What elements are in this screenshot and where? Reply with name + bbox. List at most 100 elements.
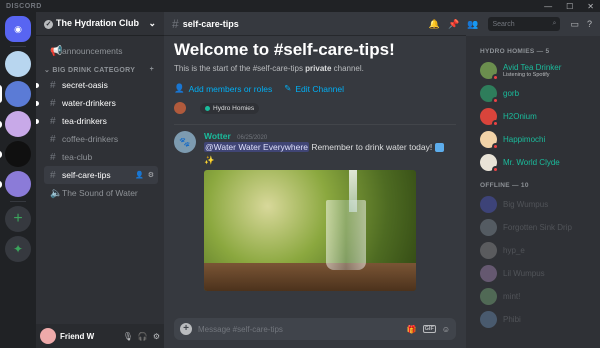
member-group-header: HYDRO HOMIES — 5 xyxy=(480,48,550,55)
member-happimochi[interactable]: Happimochi xyxy=(474,128,594,151)
avatar xyxy=(480,288,497,305)
channel-label: The Sound of Water xyxy=(62,188,138,198)
member-phibi[interactable]: Phibi xyxy=(474,308,594,331)
message-composer[interactable]: + Message #self-care-tips 🎁 GIF ☺ xyxy=(174,318,456,340)
deafen-icon[interactable]: 🎧 xyxy=(138,332,148,341)
avatar xyxy=(480,265,497,282)
avatar xyxy=(480,108,499,127)
gif-button[interactable]: GIF xyxy=(422,325,436,333)
gear-icon[interactable]: ⚙ xyxy=(148,171,154,179)
channel-sidebar: ✓ The Hydration Club ⌄ 📢 announcements ⌄ … xyxy=(36,12,164,348)
divider xyxy=(174,124,456,125)
channel-label: tea-club xyxy=(62,152,93,162)
channel-the-sound-of-water[interactable]: 🔈 The Sound of Water xyxy=(44,184,158,202)
avatar xyxy=(480,154,499,173)
help-icon[interactable]: ? xyxy=(587,19,592,29)
channel-announcements[interactable]: 📢 announcements xyxy=(44,42,158,60)
upload-plus-icon[interactable]: + xyxy=(180,323,192,335)
search-icon: ⌕ xyxy=(552,20,557,27)
gift-icon[interactable]: 🎁 xyxy=(407,325,417,334)
member-avid-tea-drinker[interactable]: Avid Tea Drinker Listening to Spotify xyxy=(474,59,594,82)
channel-label: water-drinkers xyxy=(62,98,116,108)
hash-icon: # xyxy=(50,151,56,163)
avatar xyxy=(480,85,499,104)
member-group-header: OFFLINE — 10 xyxy=(480,182,529,189)
server-icon[interactable] xyxy=(0,111,31,137)
channel-tea-drinkers[interactable]: # tea-drinkers xyxy=(36,112,158,130)
invite-icon[interactable]: 👤 xyxy=(135,171,144,179)
discord-app: DISCORD — ☐ ✕ ◉ + ✦ ✓ The Hydration Club … xyxy=(0,0,600,348)
avatar xyxy=(480,242,497,259)
pin-icon[interactable]: 📌 xyxy=(448,19,459,30)
channel-list: 📢 announcements ⌄ BIG DRINK CATEGORY + #… xyxy=(36,36,164,202)
search-input[interactable]: Search ⌕ xyxy=(488,17,561,31)
home-button[interactable]: ◉ xyxy=(5,16,31,42)
channel-secret-oasis[interactable]: # secret-oasis xyxy=(36,76,158,94)
server-icon[interactable] xyxy=(5,51,31,77)
speaker-icon: 🔈 xyxy=(50,187,63,199)
member-mint[interactable]: mint! xyxy=(474,285,594,308)
sparkles-emoji-icon: ✨ xyxy=(204,155,215,165)
user-mention[interactable]: @Water Water Everywhere xyxy=(204,142,309,152)
hash-icon: # xyxy=(50,79,56,91)
bell-icon[interactable]: 🔔 xyxy=(429,19,440,30)
minimize-icon[interactable]: — xyxy=(544,2,552,11)
maximize-icon[interactable]: ☐ xyxy=(566,2,573,11)
avatar xyxy=(480,311,497,328)
avatar[interactable] xyxy=(40,328,56,344)
member-h2onium[interactable]: H2Onium xyxy=(474,105,594,128)
mute-icon[interactable]: 🎙 xyxy=(123,332,133,341)
close-icon[interactable]: ✕ xyxy=(587,2,594,11)
member-forgotten-sink-drip[interactable]: Forgotten Sink Drip xyxy=(474,216,594,239)
avatar xyxy=(480,219,497,236)
chevron-down-icon[interactable]: ⌄ xyxy=(148,18,156,29)
channel-self-care-tips[interactable]: # self-care-tips 👤 ⚙ xyxy=(44,166,158,184)
channel-label: self-care-tips xyxy=(62,170,111,180)
member-gorb[interactable]: gorb xyxy=(474,82,594,105)
server-icon[interactable] xyxy=(0,171,31,197)
inbox-icon[interactable]: ▭ xyxy=(570,19,579,30)
channel-category[interactable]: ⌄ BIG DRINK CATEGORY + xyxy=(44,66,158,74)
server-header[interactable]: ✓ The Hydration Club ⌄ xyxy=(36,12,164,36)
gear-icon[interactable]: ⚙ xyxy=(153,332,160,341)
explore-servers-button[interactable]: ✦ xyxy=(5,236,31,262)
message-input[interactable]: Message #self-care-tips xyxy=(198,325,401,334)
member-list: HYDRO HOMIES — 5 Avid Tea Drinker Listen… xyxy=(466,36,600,348)
edit-channel-button[interactable]: ✎ Edit Channel xyxy=(284,83,344,94)
server-separator xyxy=(10,201,26,202)
header-toolbar: 🔔 📌 👥 Search ⌕ ▭ ? xyxy=(400,12,600,36)
plus-icon: + xyxy=(13,210,23,227)
member-mr-world-clyde[interactable]: Mr. World Clyde xyxy=(474,151,594,174)
channel-welcome: Welcome to #self-care-tips! This is the … xyxy=(164,36,466,114)
channel-title: self-care-tips xyxy=(182,18,239,29)
member-lil-wumpus[interactable]: Lil Wumpus xyxy=(474,262,594,285)
add-server-button[interactable]: + xyxy=(5,206,31,232)
channel-coffee-drinkers[interactable]: # coffee-drinkers xyxy=(44,130,158,148)
server-icon-active[interactable] xyxy=(0,81,31,107)
role-color-dot xyxy=(205,105,210,111)
droplet-emoji-icon xyxy=(434,143,444,153)
category-label: BIG DRINK CATEGORY xyxy=(52,67,136,74)
compass-icon: ✦ xyxy=(12,242,24,256)
channel-water-drinkers[interactable]: # water-drinkers xyxy=(36,94,158,112)
server-separator xyxy=(10,46,26,47)
member-hyp-e[interactable]: hyp_e xyxy=(474,239,594,262)
emoji-icon[interactable]: ☺ xyxy=(442,325,450,334)
message-author[interactable]: Wotter xyxy=(204,131,231,141)
image-attachment[interactable] xyxy=(204,170,416,291)
member-big-wumpus[interactable]: Big Wumpus xyxy=(474,193,594,216)
channel-label: tea-drinkers xyxy=(62,116,107,126)
server-icon[interactable] xyxy=(0,141,31,167)
members-icon[interactable]: 👥 xyxy=(467,19,478,30)
message: 🐾 Wotter 06/25/2020 @Water Water Everywh… xyxy=(164,131,466,291)
announcement-icon: 📢 xyxy=(50,45,63,57)
channel-tea-club[interactable]: # tea-club xyxy=(44,148,158,166)
welcome-title: Welcome to #self-care-tips! xyxy=(174,40,395,59)
role-chip[interactable]: Hydro Homies xyxy=(200,102,260,114)
avatar[interactable]: 🐾 xyxy=(174,131,196,153)
avatar xyxy=(480,131,499,150)
add-channel-icon[interactable]: + xyxy=(150,66,154,74)
server-name: The Hydration Club xyxy=(56,18,139,28)
add-members-button[interactable]: 👤 Add members or roles xyxy=(174,83,272,94)
avatar xyxy=(480,62,499,81)
